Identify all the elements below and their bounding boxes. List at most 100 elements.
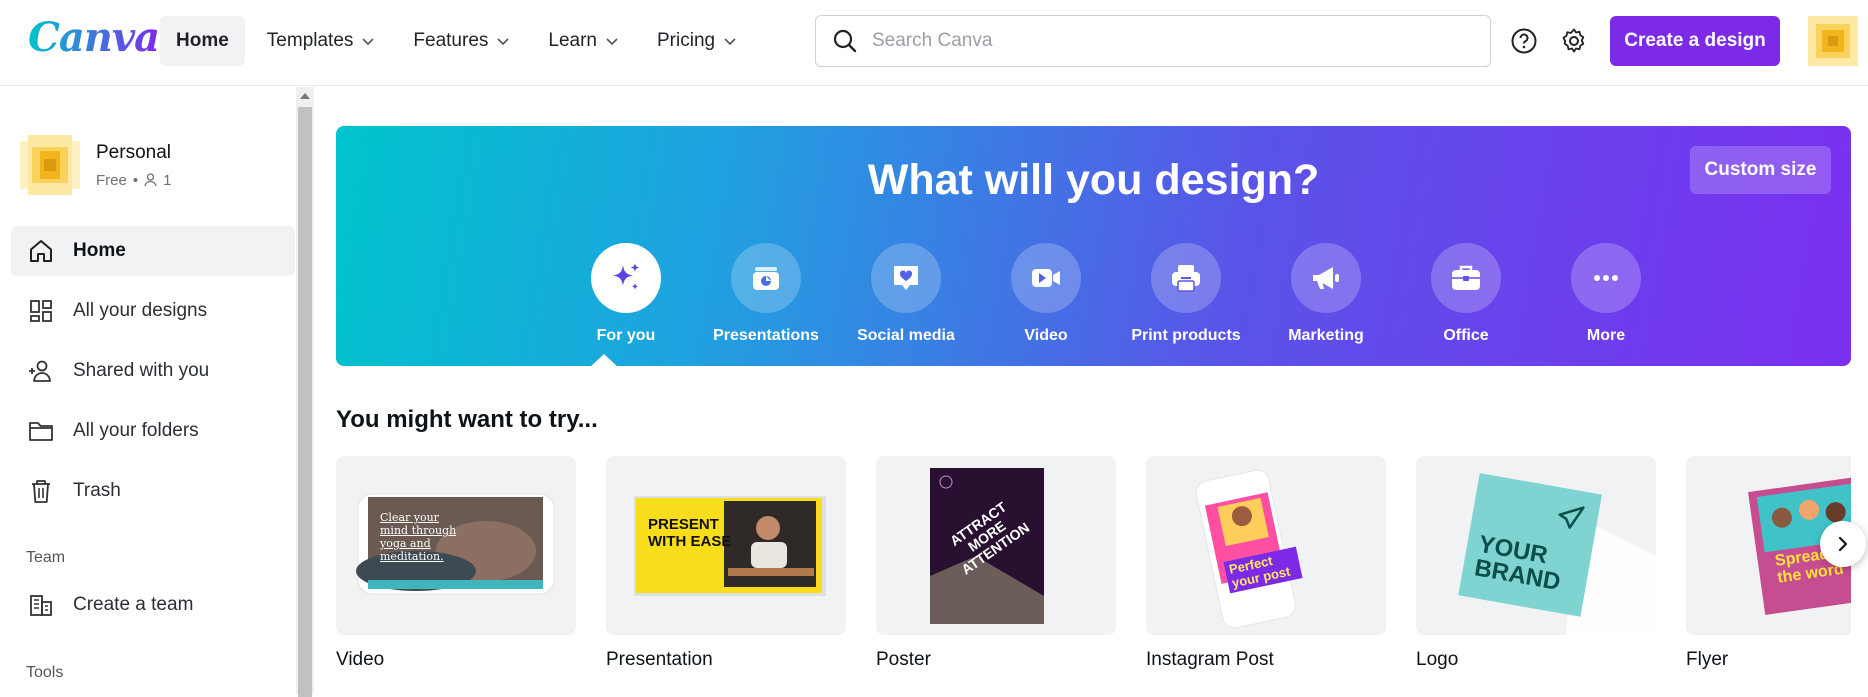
- sidebar-item-shared[interactable]: Shared with you: [11, 346, 295, 396]
- nav-home[interactable]: Home: [160, 16, 245, 66]
- nav-features-label: Features: [413, 30, 489, 51]
- sidebar-item-label: Create a team: [73, 594, 194, 615]
- category-label: More: [1586, 327, 1626, 344]
- category-icon-circle: [1291, 243, 1361, 313]
- trash-icon: [32, 480, 50, 503]
- suggestion-card-presentation[interactable]: PRESENT WITH EASE Presentation: [606, 456, 846, 671]
- category-marketing[interactable]: Marketing: [1256, 243, 1396, 345]
- heart-chat-icon: [894, 266, 918, 290]
- sidebar-scrollbar[interactable]: [296, 87, 314, 697]
- nav-pricing-label: Pricing: [657, 30, 716, 51]
- account-name: Personal: [96, 141, 171, 163]
- help-button[interactable]: [1507, 24, 1541, 58]
- nav-templates[interactable]: Templates: [251, 16, 392, 66]
- nav-learn-label: Learn: [548, 30, 597, 51]
- suggestion-card-logo[interactable]: YOUR BRAND Logo: [1416, 456, 1656, 671]
- category-more[interactable]: More: [1536, 243, 1676, 345]
- card-thumbnail: ATTRACT MORE ATTENTION: [876, 456, 1116, 635]
- card-thumb-text: PRESENT WITH EASE: [648, 516, 732, 550]
- category-for-you[interactable]: For you: [556, 243, 696, 345]
- category-video[interactable]: Video: [976, 243, 1116, 345]
- video-camera-icon: [1032, 269, 1060, 287]
- grid-icon: [30, 300, 52, 322]
- create-design-button[interactable]: Create a design: [1610, 16, 1780, 66]
- chevron-down-icon: [362, 38, 374, 46]
- card-label: Video: [336, 649, 385, 670]
- account-members: 1: [163, 171, 172, 189]
- category-label: Office: [1443, 327, 1489, 344]
- category-icon-circle: [1571, 243, 1641, 313]
- printer-icon: [1172, 265, 1200, 292]
- scrollbar-thumb[interactable]: [298, 107, 312, 697]
- briefcase-icon: [1452, 265, 1480, 290]
- account-avatar: [20, 135, 80, 195]
- sidebar: Personal Free • 1 Home All your designs …: [0, 87, 296, 694]
- sidebar-item-create-team[interactable]: Create a team: [11, 580, 295, 630]
- nav-pricing[interactable]: Pricing: [641, 16, 753, 66]
- suggestions-title: You might want to try...: [336, 406, 598, 433]
- category-print-products[interactable]: Print products: [1116, 243, 1256, 345]
- people-icon: [29, 360, 51, 382]
- category-label: Presentations: [713, 327, 819, 344]
- nav-features[interactable]: Features: [397, 16, 526, 66]
- nav-learn[interactable]: Learn: [532, 16, 635, 66]
- account-switcher[interactable]: Personal Free • 1: [20, 135, 171, 195]
- category-social-media[interactable]: Social media: [836, 243, 976, 345]
- card-label: Logo: [1416, 649, 1459, 670]
- sidebar-item-trash[interactable]: Trash: [11, 466, 295, 516]
- nav-templates-label: Templates: [266, 30, 354, 51]
- scroll-up-arrow-icon[interactable]: [300, 93, 310, 99]
- settings-button[interactable]: [1557, 24, 1591, 58]
- suggestion-card-video[interactable]: Clear your mind through yoga and meditat…: [336, 456, 576, 671]
- carousel-next-button[interactable]: [1820, 521, 1866, 567]
- chevron-right-icon: [1838, 536, 1848, 552]
- suggestion-card-flyer[interactable]: Spread the word Flyer: [1686, 456, 1851, 671]
- account-info: Personal Free • 1: [96, 142, 171, 189]
- card-label: Presentation: [606, 649, 713, 670]
- instagram-thumbnail-art: [1195, 469, 1296, 629]
- chevron-down-icon: [724, 38, 736, 46]
- canva-logo[interactable]: Canva: [28, 14, 160, 61]
- hero-banner: What will you design? Custom size For yo…: [336, 126, 1851, 366]
- search-box[interactable]: [815, 15, 1491, 67]
- sidebar-heading-tools: Tools: [26, 664, 64, 681]
- megaphone-icon: [1313, 267, 1339, 289]
- nav-home-label: Home: [176, 30, 229, 51]
- card-thumbnail: Clear your mind through yoga and meditat…: [336, 456, 576, 635]
- account-plan: Free: [96, 171, 127, 189]
- home-icon: [30, 240, 52, 262]
- category-office[interactable]: Office: [1396, 243, 1536, 345]
- category-icon-circle: [871, 243, 941, 313]
- chevron-down-icon: [606, 38, 618, 46]
- more-dots-icon: [1594, 275, 1618, 281]
- suggestion-card-instagram-post[interactable]: Perfect your post Instagram Post: [1146, 456, 1386, 671]
- category-label: Print products: [1131, 327, 1241, 344]
- category-presentations[interactable]: Presentations: [696, 243, 836, 345]
- sidebar-item-label: Home: [73, 240, 126, 261]
- main-nav: Home Templates Features Learn Pricing: [160, 16, 753, 66]
- category-icon-circle: [1011, 243, 1081, 313]
- meta-separator: •: [132, 171, 139, 189]
- account-meta: Free • 1: [96, 172, 171, 189]
- card-thumbnail: PRESENT WITH EASE: [606, 456, 846, 635]
- sidebar-item-label: Trash: [73, 480, 121, 501]
- category-icon-circle: [591, 243, 661, 313]
- suggestion-card-poster[interactable]: ATTRACT MORE ATTENTION Poster: [876, 456, 1116, 671]
- card-label: Flyer: [1686, 649, 1729, 670]
- building-icon: [30, 595, 52, 616]
- sidebar-heading-team: Team: [26, 549, 66, 566]
- help-circle-icon: [1511, 28, 1537, 54]
- custom-size-button[interactable]: Custom size: [1690, 146, 1831, 194]
- card-thumbnail: YOUR BRAND: [1416, 456, 1656, 635]
- sidebar-item-label: All your folders: [73, 420, 199, 441]
- search-input[interactable]: [872, 30, 1452, 52]
- sidebar-item-all-designs[interactable]: All your designs: [11, 286, 295, 336]
- card-label: Instagram Post: [1146, 649, 1274, 670]
- avatar[interactable]: [1804, 12, 1862, 70]
- active-category-indicator: [590, 354, 618, 366]
- card-thumb-text: Clear your mind through yoga and meditat…: [380, 511, 457, 563]
- search-icon: [833, 29, 857, 53]
- card-thumbnail: Perfect your post: [1146, 456, 1386, 635]
- sidebar-item-folders[interactable]: All your folders: [11, 406, 295, 456]
- sidebar-item-home[interactable]: Home: [11, 226, 295, 276]
